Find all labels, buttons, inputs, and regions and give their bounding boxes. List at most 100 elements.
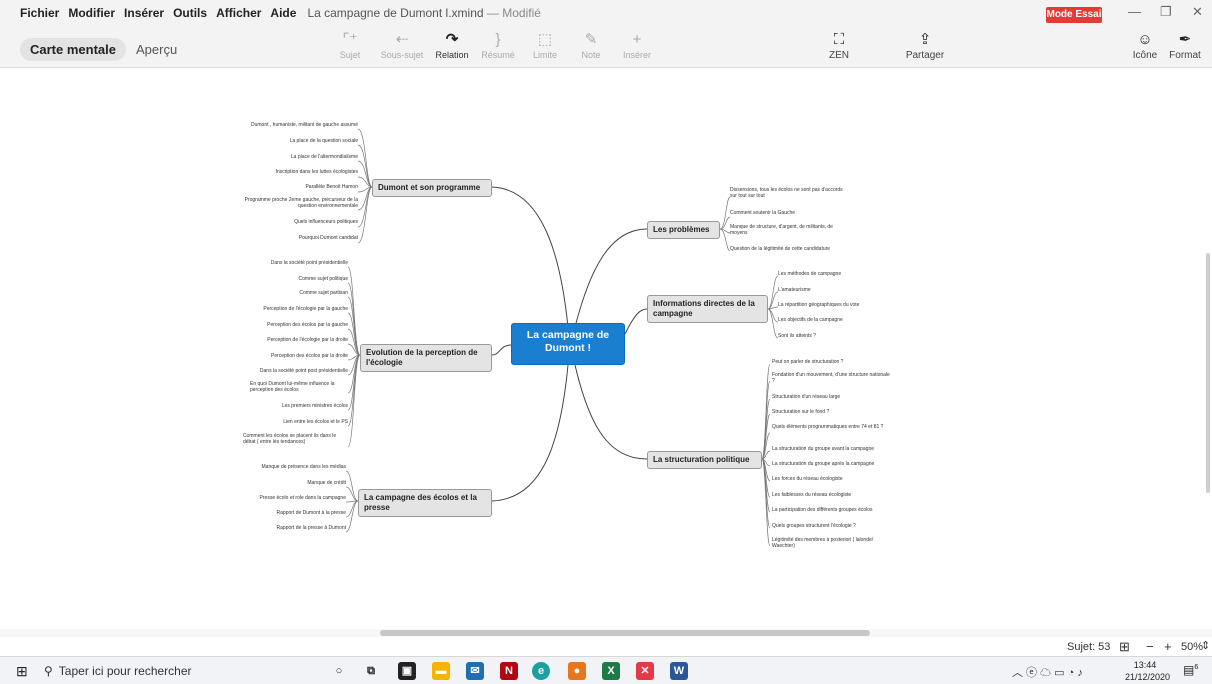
menu-inserer[interactable]: Insérer bbox=[124, 6, 164, 20]
subtopic[interactable]: Presse écolo et role dans la campagne bbox=[225, 495, 346, 501]
mail-icon[interactable]: ✉ bbox=[466, 662, 484, 680]
cortana-icon[interactable]: ○ bbox=[330, 662, 348, 680]
minimize-icon[interactable]: — bbox=[1128, 4, 1141, 19]
sujet-button[interactable]: ⌜⁺ Sujet bbox=[325, 30, 375, 60]
subtopic[interactable]: Dans la société point post présidentiell… bbox=[228, 368, 348, 374]
subtopic[interactable]: Comme sujet partisan bbox=[228, 290, 348, 296]
subtopic[interactable]: Inscription dans les luttes écologistes bbox=[225, 169, 358, 175]
subtopic[interactable]: Quels groupes structurent l'écologie ? bbox=[772, 523, 892, 529]
branch-dumont-programme[interactable]: Dumont et son programme bbox=[372, 179, 492, 197]
subtopic[interactable]: Les méthodes de campagne bbox=[778, 271, 858, 277]
subtopic[interactable]: Parallèle Benoit Hamon bbox=[225, 184, 358, 190]
zoom-out-button[interactable]: − bbox=[1146, 639, 1154, 654]
menu-outils[interactable]: Outils bbox=[173, 6, 207, 20]
limite-button[interactable]: ⬚ Limite bbox=[520, 30, 570, 60]
netflix-icon[interactable]: N bbox=[500, 662, 518, 680]
subtopic[interactable]: La participation des différents groupes … bbox=[772, 507, 892, 513]
subtopic[interactable]: Manque de crédit bbox=[225, 480, 346, 486]
subtopic[interactable]: La place de la question sociale bbox=[225, 138, 358, 144]
subtopic[interactable]: Dans la société point présidentielle bbox=[228, 260, 348, 266]
subtopic[interactable]: Structuration sur le fond ? bbox=[772, 409, 892, 415]
subtopic[interactable]: Les premiers ministres écolos bbox=[228, 403, 348, 409]
subtopic[interactable]: Lien entre les écolos et le PS bbox=[228, 419, 348, 425]
vertical-scroll-thumb[interactable] bbox=[1206, 253, 1210, 493]
subtopic[interactable]: Perception de l'écologie par la droite bbox=[228, 337, 348, 343]
windows-start-icon[interactable]: ⊞ bbox=[16, 663, 28, 680]
subtopic[interactable]: Peut on parler de structuration ? bbox=[772, 359, 892, 365]
subtopic[interactable]: Rapport de Dumont à la presse bbox=[225, 510, 346, 516]
subtopic[interactable]: La place de l'altermondialisme bbox=[225, 154, 358, 160]
tab-carte-mentale[interactable]: Carte mentale bbox=[20, 38, 126, 61]
resume-button[interactable]: } Résumé bbox=[473, 30, 523, 60]
subtopic[interactable]: Manque de présence dans les médias bbox=[225, 464, 347, 470]
sous-sujet-button[interactable]: ⇠ Sous-sujet bbox=[377, 30, 427, 60]
branch-structuration-politique[interactable]: La structuration politique bbox=[647, 451, 762, 469]
subtopic[interactable]: Fondation d'un mouvement, d'une structur… bbox=[772, 372, 892, 384]
subtopic[interactable]: Dissensions, tous les écolos ne sont pas… bbox=[730, 187, 848, 199]
subtopic[interactable]: Comme sujet politique bbox=[228, 276, 348, 282]
menu-modifier[interactable]: Modifier bbox=[68, 6, 115, 20]
menu-aide[interactable]: Aide bbox=[270, 6, 296, 20]
subtopic[interactable]: Les forces du réseau écologiste bbox=[772, 476, 892, 482]
subtopic[interactable]: La structuration du groupe après la camp… bbox=[772, 461, 892, 467]
subtopic[interactable]: L'amateurisme bbox=[778, 287, 858, 293]
horizontal-scrollbar[interactable] bbox=[0, 629, 1212, 637]
mind-map-canvas[interactable]: La campagne de Dumont ! Dumont et son pr… bbox=[0, 69, 1212, 629]
subtopic[interactable]: En quoi Dumont lui-même influence la per… bbox=[250, 381, 348, 393]
close-icon[interactable]: ✕ bbox=[1192, 4, 1203, 20]
branch-problemes[interactable]: Les problèmes bbox=[647, 221, 720, 239]
note-button[interactable]: ✎ Note bbox=[566, 30, 616, 60]
subtopic[interactable]: Comment les écolos se placent ils dans l… bbox=[243, 433, 348, 445]
subtopic[interactable]: Légitimité des membres à posteriori ( la… bbox=[772, 537, 892, 549]
menu-afficher[interactable]: Afficher bbox=[216, 6, 261, 20]
store-icon[interactable]: ▣ bbox=[398, 662, 416, 680]
vertical-scrollbar[interactable] bbox=[1204, 75, 1212, 635]
excel-icon[interactable]: X bbox=[602, 662, 620, 680]
edge-icon[interactable]: e bbox=[532, 662, 550, 680]
xmind-icon[interactable]: ✕ bbox=[636, 662, 654, 680]
subtopic[interactable]: Structuration d'un réseau large bbox=[772, 394, 892, 400]
zoom-level[interactable]: 50% bbox=[1181, 641, 1203, 653]
subtopic[interactable]: Comment soutenir la Gauche bbox=[730, 210, 848, 216]
zoom-in-button[interactable]: + bbox=[1164, 639, 1172, 654]
subtopic[interactable]: Rapport de la presse à Dumont bbox=[225, 525, 346, 531]
partager-button[interactable]: ⇪ Partager bbox=[900, 30, 950, 61]
chrome-icon[interactable]: ● bbox=[568, 662, 586, 680]
central-topic[interactable]: La campagne de Dumont ! bbox=[511, 323, 625, 365]
branch-evolution-perception[interactable]: Evolution de la perception de l'écologie bbox=[360, 344, 492, 372]
word-icon[interactable]: W bbox=[670, 662, 688, 680]
subtopic[interactable]: Perception de l'écologie par la gauche bbox=[228, 306, 348, 312]
subtopic[interactable]: Dumont , humaniste, militant de gauche a… bbox=[225, 122, 358, 128]
relation-button[interactable]: ↷ Relation bbox=[427, 30, 477, 60]
subtopic[interactable]: Programme proche 2eme gauche, précurseur… bbox=[242, 197, 358, 209]
restore-icon[interactable]: ❐ bbox=[1160, 4, 1172, 20]
horizontal-scroll-thumb[interactable] bbox=[380, 630, 870, 636]
file-explorer-icon[interactable]: ▬ bbox=[432, 662, 450, 680]
subtopic[interactable]: Quels éléments programmatiques entre 74 … bbox=[772, 424, 892, 430]
subtopic[interactable]: La structuration du groupe avant la camp… bbox=[772, 446, 892, 452]
subtopic[interactable]: Perception des écolos par la droite bbox=[228, 353, 348, 359]
inserer-button[interactable]: + Insérer bbox=[612, 30, 662, 60]
subtopic[interactable]: Sont ils atteints ? bbox=[778, 333, 858, 339]
subtopic[interactable]: Pourquoi Dumont candidat bbox=[225, 235, 358, 241]
branch-campagne-presse[interactable]: La campagne des écolos et la presse bbox=[358, 489, 492, 517]
subtopic[interactable]: La répartition géographiques du vote bbox=[778, 302, 863, 308]
branch-informations-directes[interactable]: Informations directes de la campagne bbox=[647, 295, 768, 323]
subtopic[interactable]: Question de la légitimité de cette candi… bbox=[730, 246, 848, 252]
zen-button[interactable]: ⛶ ZEN bbox=[814, 30, 864, 61]
subtopic[interactable]: Les faiblesses du réseau écologiste bbox=[772, 492, 892, 498]
tab-apercu[interactable]: Aperçu bbox=[126, 38, 187, 61]
trial-mode-badge[interactable]: Mode Essai bbox=[1046, 7, 1102, 23]
subtopic[interactable]: Les objectifs de la campagne bbox=[778, 317, 858, 323]
clock[interactable]: 13:44 21/12/2020 bbox=[1125, 659, 1170, 683]
format-button[interactable]: ✒ Format bbox=[1160, 30, 1210, 61]
subtopic[interactable]: Manque de structure, d'argent, de milita… bbox=[730, 224, 848, 236]
map-view-icon[interactable]: ⊞ bbox=[1119, 639, 1130, 655]
subtopic[interactable]: Perception des écolos par la gauche bbox=[228, 322, 348, 328]
system-tray-icons[interactable]: ︿ ⓔ ☁ ▭ ◔ ♪ bbox=[1012, 664, 1083, 680]
zoom-stepper-icon[interactable]: ⇕ bbox=[1201, 639, 1210, 652]
notifications-icon[interactable]: ▤6 bbox=[1183, 663, 1198, 677]
task-view-icon[interactable]: ⧉ bbox=[362, 662, 380, 680]
taskbar-search[interactable]: ⚲ Taper ici pour rechercher bbox=[44, 659, 294, 683]
subtopic[interactable]: Quels influenceurs politiques bbox=[225, 219, 358, 225]
